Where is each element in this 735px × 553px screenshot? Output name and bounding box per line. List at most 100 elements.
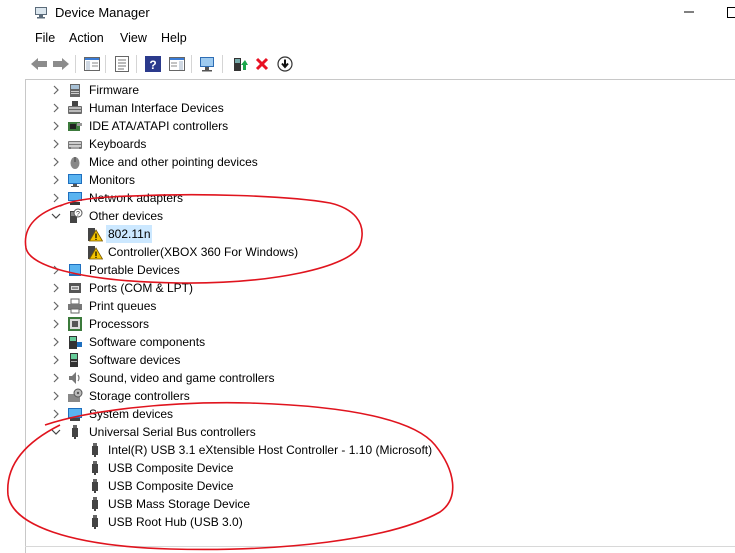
tree-item-mice[interactable]: Mice and other pointing devices (26, 153, 726, 171)
software-device-icon (70, 353, 78, 367)
chevron-down-icon[interactable] (50, 210, 62, 222)
tree-item-monitors[interactable]: Monitors (26, 171, 726, 189)
tree-item-label: 802.11n (108, 227, 151, 241)
back-arrow-icon[interactable] (29, 54, 49, 74)
uninstall-device-icon[interactable] (252, 54, 272, 74)
tree-item-label: USB Root Hub (USB 3.0) (108, 515, 243, 529)
action-pane-icon[interactable] (167, 54, 187, 74)
tree-item-human-interface-devices[interactable]: Human Interface Devices (26, 99, 726, 117)
tree-item-label: Mice and other pointing devices (89, 155, 258, 169)
tree-item-label: Software devices (89, 353, 181, 367)
tree-item-label: System devices (89, 407, 174, 421)
ide-controller-icon (68, 122, 82, 131)
maximize-icon[interactable] (725, 4, 735, 20)
toolbar: ? (0, 52, 735, 76)
processor-icon (68, 317, 82, 331)
chevron-right-icon[interactable] (50, 282, 62, 294)
tree-item-usb-root-hub[interactable]: USB Root Hub (USB 3.0) (26, 513, 726, 531)
forward-arrow-icon[interactable] (51, 54, 71, 74)
tree-item-sound-video-game[interactable]: Sound, video and game controllers (26, 369, 726, 387)
tree-item-firmware[interactable]: Firmware (26, 81, 726, 99)
usb-icon (92, 479, 98, 493)
usb-icon (92, 497, 98, 511)
chevron-right-icon[interactable] (50, 174, 62, 186)
monitor-icon (68, 174, 82, 187)
tree-item-label: Human Interface Devices (89, 101, 224, 115)
system-device-icon (68, 408, 82, 421)
tree-item-usb-composite-device[interactable]: USB Composite Device (26, 477, 726, 495)
keyboard-icon (68, 141, 82, 149)
tree-item-storage-controllers[interactable]: Storage controllers (26, 387, 726, 405)
tree-item-label: Controller(XBOX 360 For Windows) (108, 245, 299, 259)
disable-device-icon[interactable] (275, 54, 295, 74)
tree-item-label: Print queues (89, 299, 157, 313)
software-component-icon (69, 336, 82, 349)
tree-item-network-adapters[interactable]: Network adapters (26, 189, 726, 207)
portable-device-icon (69, 264, 81, 276)
chevron-right-icon[interactable] (50, 156, 62, 168)
tree-item-usb-mass-storage-device[interactable]: USB Mass Storage Device (26, 495, 726, 513)
chevron-right-icon[interactable] (50, 300, 62, 312)
chevron-right-icon[interactable] (50, 264, 62, 276)
tree-item-label: Keyboards (89, 137, 147, 151)
chevron-right-icon[interactable] (50, 120, 62, 132)
tree-item-software-components[interactable]: Software components (26, 333, 726, 351)
minimize-icon[interactable] (681, 4, 697, 20)
chevron-right-icon[interactable] (50, 102, 62, 114)
tree-item-label: Monitors (89, 173, 136, 187)
help-icon[interactable]: ? (143, 54, 163, 74)
tree-item-label: USB Mass Storage Device (108, 497, 251, 511)
tree-item-usb-controllers[interactable]: Universal Serial Bus controllers (26, 423, 726, 441)
chevron-down-icon[interactable] (50, 426, 62, 438)
tree-item-software-devices[interactable]: Software devices (26, 351, 726, 369)
tree-item-label: Ports (COM & LPT) (89, 281, 194, 295)
chevron-right-icon[interactable] (50, 84, 62, 96)
tree-item-label: Portable Devices (89, 263, 180, 277)
chevron-right-icon[interactable] (50, 390, 62, 402)
usb-icon (92, 461, 98, 475)
show-hide-console-tree-icon[interactable] (82, 54, 102, 74)
tree-item-label: Processors (89, 317, 150, 331)
chevron-right-icon[interactable] (50, 192, 62, 204)
warning-device-icon (88, 246, 103, 260)
tree-item-label: USB Composite Device (108, 461, 234, 475)
chevron-right-icon[interactable] (50, 354, 62, 366)
tree-item-intel-usb-host-controller[interactable]: Intel(R) USB 3.1 eXtensible Host Control… (26, 441, 726, 459)
tree-item-label: Intel(R) USB 3.1 eXtensible Host Control… (108, 443, 433, 457)
usb-icon (72, 425, 78, 439)
properties-icon[interactable] (112, 54, 132, 74)
menu-help[interactable]: Help (161, 31, 187, 45)
chevron-right-icon[interactable] (50, 408, 62, 420)
menu-file[interactable]: File (35, 31, 55, 45)
chevron-right-icon[interactable] (50, 318, 62, 330)
menu-action[interactable]: Action (69, 31, 104, 45)
tree-item-portable-devices[interactable]: Portable Devices (26, 261, 726, 279)
hid-icon (68, 101, 82, 114)
menu-view[interactable]: View (120, 31, 147, 45)
chevron-right-icon[interactable] (50, 336, 62, 348)
scan-hardware-icon[interactable] (198, 54, 218, 74)
tree-item-keyboards[interactable]: Keyboards (26, 135, 726, 153)
device-tree[interactable]: Firmware Human Interface Devices IDE ATA… (26, 80, 735, 546)
tree-item-label: IDE ATA/ATAPI controllers (89, 119, 229, 133)
tree-item-ports[interactable]: Ports (COM & LPT) (26, 279, 726, 297)
tree-item-ide-ata-atapi-controllers[interactable]: IDE ATA/ATAPI controllers (26, 117, 726, 135)
tree-item-processors[interactable]: Processors (26, 315, 726, 333)
svg-text:?: ? (149, 58, 156, 72)
device-manager-icon (35, 7, 47, 19)
unknown-device-icon: ? (70, 208, 83, 223)
update-driver-icon[interactable] (230, 54, 250, 74)
chevron-right-icon[interactable] (50, 372, 62, 384)
storage-controller-icon (68, 388, 83, 402)
tree-item-xbox-controller[interactable]: Controller(XBOX 360 For Windows) (26, 243, 726, 261)
tree-item-print-queues[interactable]: Print queues (26, 297, 726, 315)
tree-item-label: Sound, video and game controllers (89, 371, 275, 385)
tree-item-system-devices[interactable]: System devices (26, 405, 726, 423)
tree-item-802-11n[interactable]: 802.11n (26, 225, 726, 243)
menu-bar: File Action View Help (0, 28, 735, 50)
tree-item-label: Network adapters (89, 191, 184, 205)
warning-device-icon (88, 228, 103, 242)
tree-item-other-devices[interactable]: ? Other devices (26, 207, 726, 225)
tree-item-usb-composite-device[interactable]: USB Composite Device (26, 459, 726, 477)
chevron-right-icon[interactable] (50, 138, 62, 150)
